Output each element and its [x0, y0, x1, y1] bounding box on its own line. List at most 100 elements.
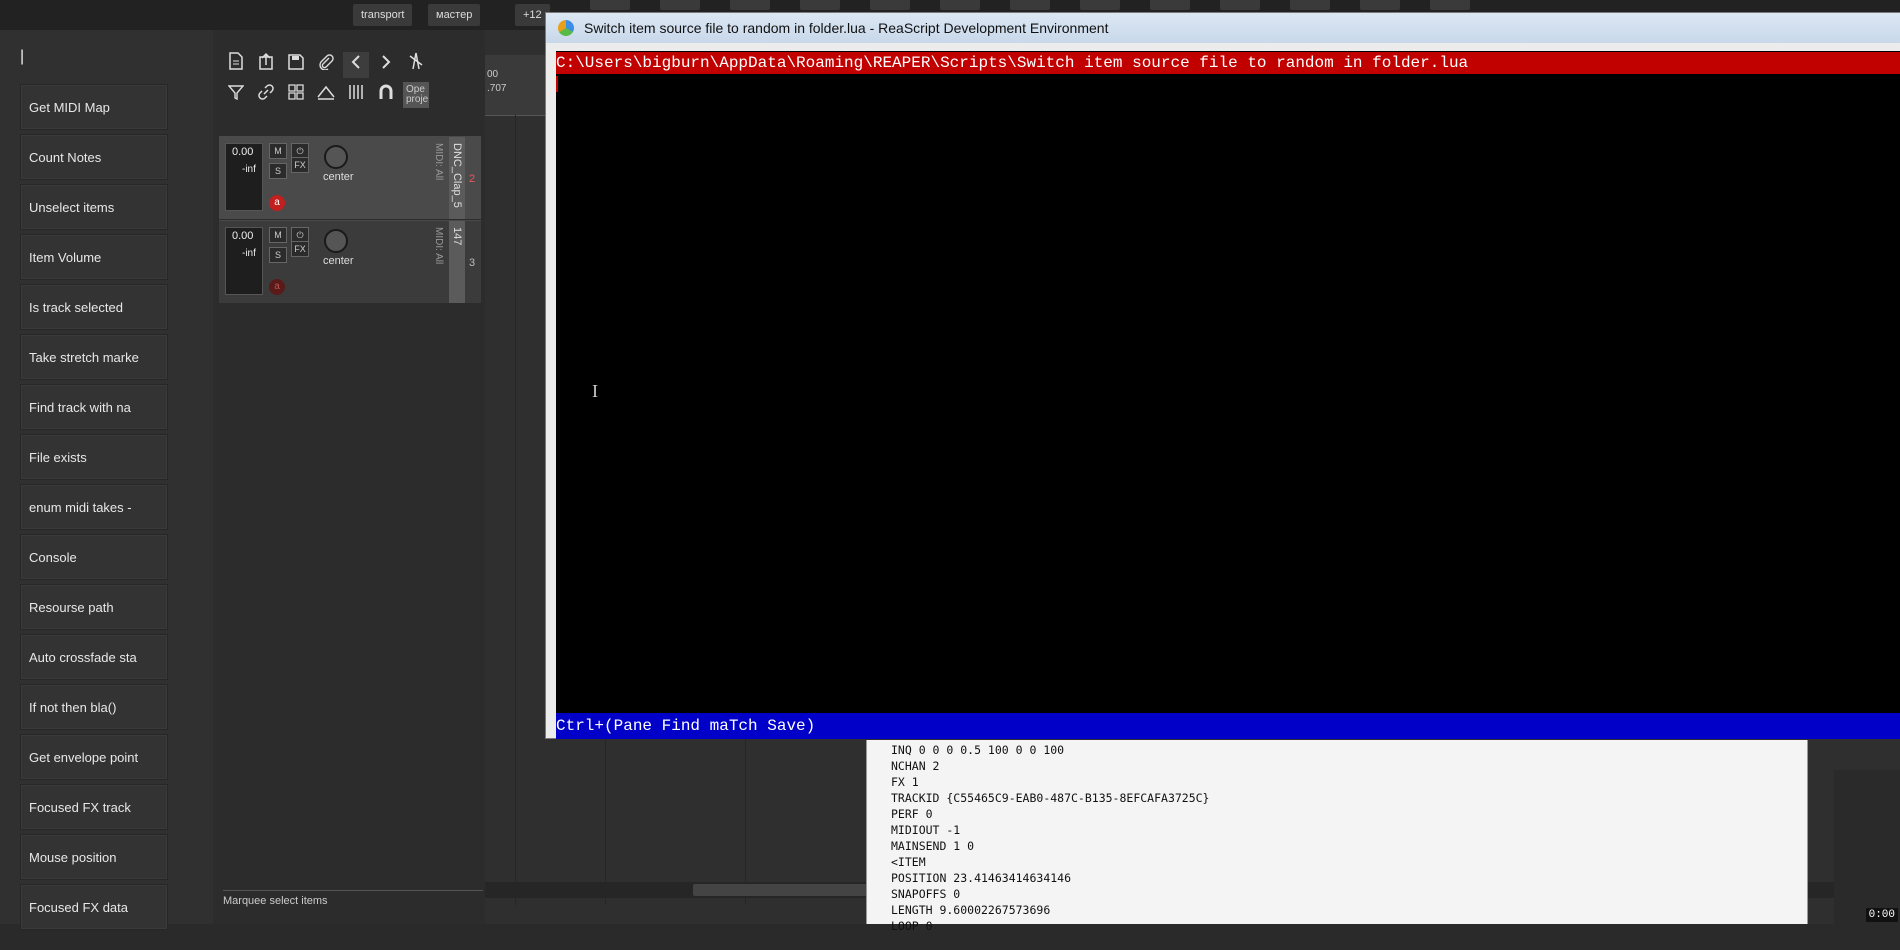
script-button[interactable]: Console	[20, 534, 168, 580]
chunk-line: FX 1	[891, 775, 919, 789]
track-name: DNC_Clap_5	[451, 143, 463, 208]
chunk-line: NCHAN 2	[891, 759, 940, 773]
mute-button[interactable]: M	[269, 227, 287, 243]
track-control-panel: Ope proje 0.00 -inf M S ⏻ FX center a MI…	[213, 30, 485, 924]
fx-button[interactable]: FX	[291, 241, 309, 257]
toolbar-button[interactable]	[1150, 0, 1190, 10]
track-row[interactable]: 0.00 -inf M S ⏻ FX center a MIDI: All 14…	[219, 220, 481, 303]
track-number: 2	[469, 173, 476, 185]
reascript-ide-window: Switch item source file to random in fol…	[545, 12, 1900, 739]
track-name: 147	[451, 227, 463, 246]
toolbar-button[interactable]	[1010, 0, 1050, 10]
midi-input-label[interactable]: MIDI: All	[433, 227, 444, 264]
solo-button[interactable]: S	[269, 163, 287, 179]
chunk-line: MIDIOUT -1	[891, 823, 961, 837]
record-arm-button[interactable]: a	[269, 195, 285, 211]
track-row[interactable]: 0.00 -inf M S ⏻ FX center a MIDI: All DN…	[219, 136, 481, 219]
main-toolbar: Ope proje	[223, 50, 443, 110]
toolbar-button[interactable]	[660, 0, 700, 10]
metronome-icon[interactable]	[403, 52, 429, 78]
toolbar-button[interactable]	[1430, 0, 1470, 10]
script-button[interactable]: Take stretch marke	[20, 334, 168, 380]
toolbar-button[interactable]	[1080, 0, 1120, 10]
timeline-ruler[interactable]: 00 .707	[485, 55, 550, 116]
volume-fader[interactable]: 0.00 -inf	[225, 143, 263, 211]
script-button[interactable]: Focused FX data	[20, 884, 168, 930]
transport-button[interactable]: transport	[353, 4, 413, 26]
toolbar-button[interactable]	[800, 0, 840, 10]
volume-fader[interactable]: 0.00 -inf	[225, 227, 263, 295]
ruler-label: .707	[487, 83, 507, 94]
editor-status-bar: Ctrl+(Pane Find maTch Save)	[556, 713, 1900, 739]
track-name-strip[interactable]: 147	[449, 221, 465, 303]
script-button[interactable]: File exists	[20, 434, 168, 480]
envelope-icon[interactable]	[313, 82, 339, 108]
pan-knob[interactable]	[324, 229, 348, 253]
pan-label: center	[323, 255, 354, 267]
chunk-line: TRACKID {C55465C9-EAB0-487C-B135-8EFCAFA…	[891, 791, 1210, 805]
chunk-text[interactable]: INQ 0 0 0 0.5 100 0 0 100 NCHAN 2 FX 1 TRAC…	[867, 740, 1807, 936]
code-editor[interactable]: C:\Users\bigburn\AppData\Roaming\REAPER\…	[556, 51, 1900, 739]
master-button[interactable]: мастер	[428, 4, 481, 26]
pan-label: center	[323, 171, 354, 183]
script-button[interactable]: Is track selected	[20, 284, 168, 330]
zoom-controls	[1834, 770, 1900, 950]
toolbar-button[interactable]	[730, 0, 770, 10]
file-path-bar: C:\Users\bigburn\AppData\Roaming\REAPER\…	[556, 52, 1900, 74]
undo-icon[interactable]	[343, 52, 369, 78]
mute-button[interactable]: M	[269, 143, 287, 159]
solo-button[interactable]: S	[269, 247, 287, 263]
pan-knob[interactable]	[324, 145, 348, 169]
text-caret	[556, 76, 558, 92]
chunk-line: INQ 0 0 0 0.5 100 0 0 100	[891, 743, 1065, 757]
time-display: 0:00	[1865, 908, 1898, 922]
volume-value: 0.00	[232, 146, 254, 158]
redo-icon[interactable]	[373, 52, 399, 78]
grid-icon[interactable]	[283, 82, 309, 108]
chunk-line: LOOP 0	[891, 919, 933, 933]
toolbar-button[interactable]	[1360, 0, 1400, 10]
script-button[interactable]: Item Volume	[20, 234, 168, 280]
filter-icon[interactable]	[223, 82, 249, 108]
script-button[interactable]: Resourse path	[20, 584, 168, 630]
magnet-icon[interactable]	[373, 82, 399, 108]
script-button[interactable]: Auto crossfade sta	[20, 634, 168, 680]
peak-value: -inf	[242, 164, 256, 175]
script-button[interactable]: If not then bla()	[20, 684, 168, 730]
new-project-icon[interactable]	[223, 52, 249, 78]
script-button[interactable]: Get MIDI Map	[20, 84, 168, 130]
volume-value: 0.00	[232, 230, 254, 242]
paperclip-icon[interactable]	[313, 52, 339, 78]
script-button[interactable]: Get envelope point	[20, 734, 168, 780]
link-icon[interactable]	[253, 82, 279, 108]
midi-input-label[interactable]: MIDI: All	[433, 143, 444, 180]
toolbar-button[interactable]	[940, 0, 980, 10]
window-titlebar[interactable]: Switch item source file to random in fol…	[546, 13, 1900, 43]
save-icon[interactable]	[283, 52, 309, 78]
script-button[interactable]: Unselect items	[20, 184, 168, 230]
open-project-label-line2: proje	[406, 94, 429, 105]
fx-button[interactable]: FX	[291, 157, 309, 173]
script-button[interactable]: Find track with na	[20, 384, 168, 430]
script-button[interactable]: Focused FX track	[20, 784, 168, 830]
script-search-input[interactable]: |	[20, 48, 170, 72]
script-button[interactable]: Count Notes	[20, 134, 168, 180]
chunk-line: PERF 0	[891, 807, 933, 821]
script-button[interactable]: enum midi takes -	[20, 484, 168, 530]
status-text: Marquee select items	[223, 890, 483, 907]
open-project-icon[interactable]	[253, 52, 279, 78]
state-chunk-viewer[interactable]: INQ 0 0 0 0.5 100 0 0 100 NCHAN 2 FX 1 TRAC…	[866, 740, 1808, 933]
chunk-line: <ITEM	[891, 855, 926, 869]
toolbar-button[interactable]	[1290, 0, 1330, 10]
script-button[interactable]: Mouse position	[20, 834, 168, 880]
toolbar-button[interactable]	[590, 0, 630, 10]
toolbar-button[interactable]	[870, 0, 910, 10]
open-project-button[interactable]: Ope proje	[403, 82, 429, 108]
track-name-strip[interactable]: DNC_Clap_5	[449, 137, 465, 219]
record-arm-button[interactable]: a	[269, 279, 285, 295]
snap-icon[interactable]	[343, 82, 369, 108]
ruler-label: 00	[487, 69, 499, 80]
reaper-logo-icon	[558, 20, 574, 36]
chunk-line: LENGTH 9.60002267573696	[891, 903, 1051, 917]
toolbar-button[interactable]	[1220, 0, 1260, 10]
